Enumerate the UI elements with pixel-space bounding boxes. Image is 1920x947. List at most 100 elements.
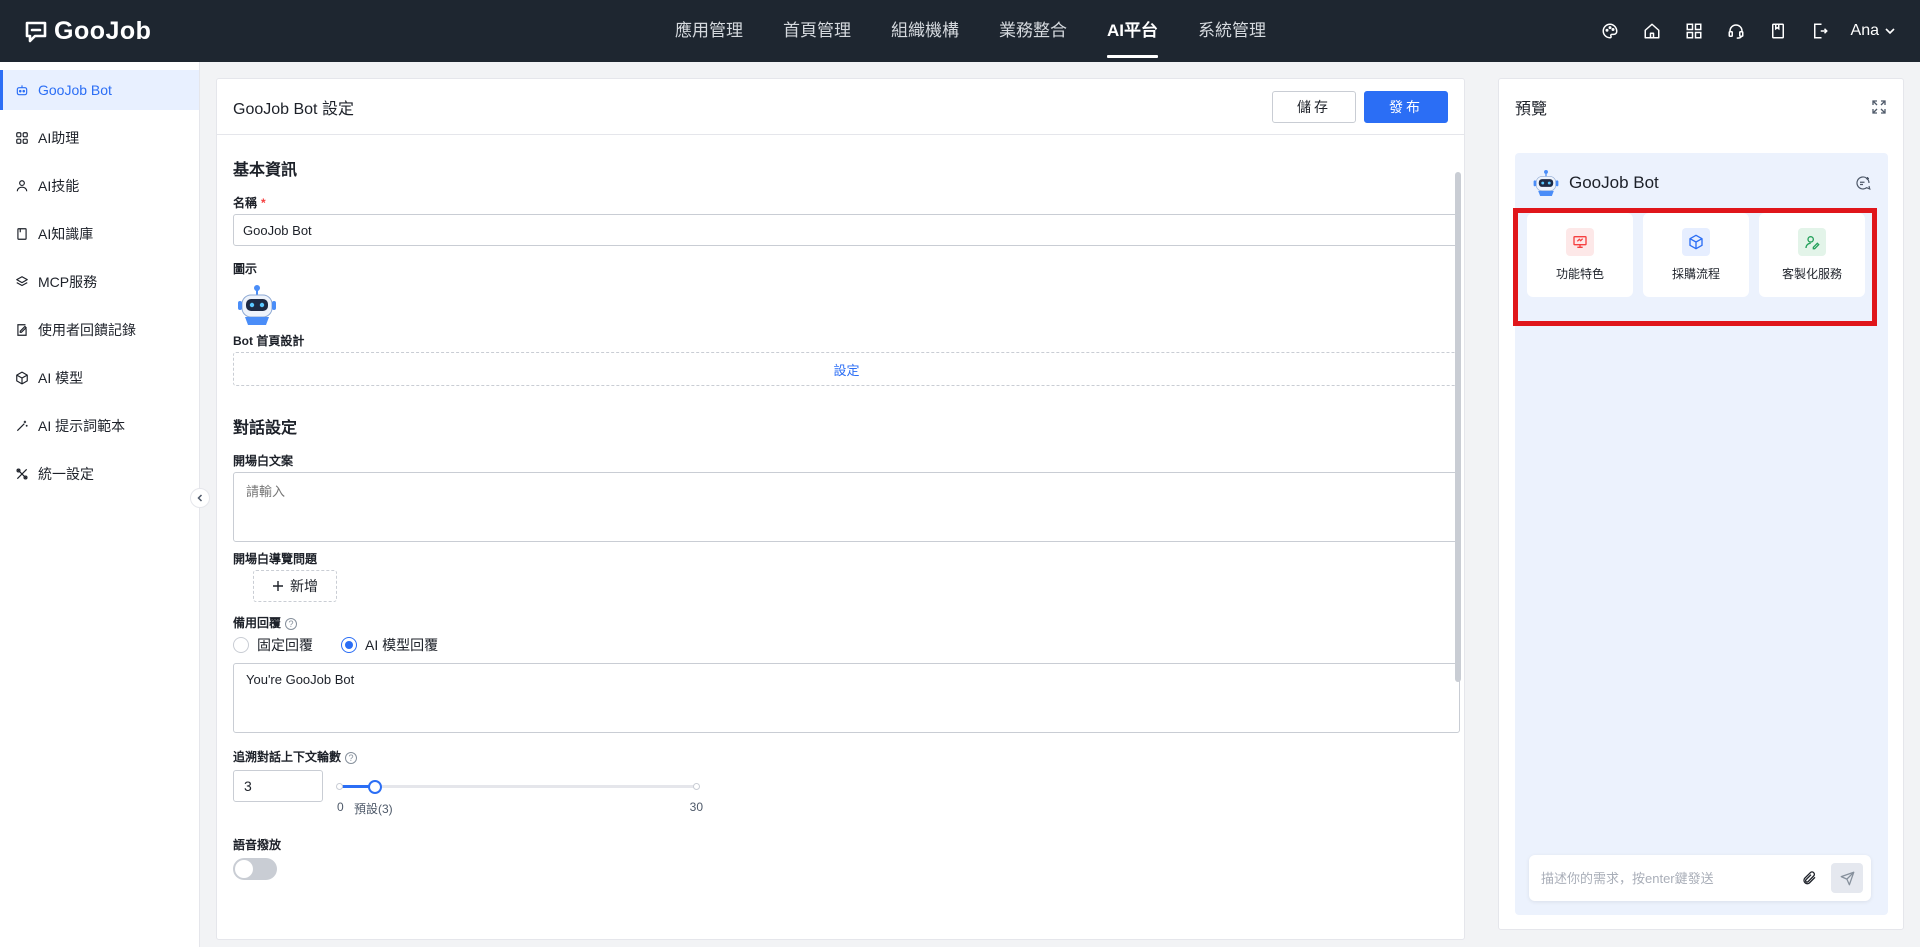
sidebar-item-goojob-bot[interactable]: GooJob Bot xyxy=(0,70,199,110)
quick-cards: 功能特色 採購流程 客製化服務 xyxy=(1527,213,1865,297)
user-menu[interactable]: Ana xyxy=(1851,22,1896,40)
sidebar-item-ai-model[interactable]: AI 模型 xyxy=(0,358,199,398)
radio-circle xyxy=(233,637,249,653)
nav-system-management[interactable]: 系統管理 xyxy=(1178,0,1286,62)
logo[interactable]: GooJob xyxy=(24,17,151,46)
panel-header: GooJob Bot 設定 儲存 發布 xyxy=(217,79,1464,135)
nav-business-integration[interactable]: 業務整合 xyxy=(979,0,1087,62)
sidebar-item-label: AI助理 xyxy=(38,130,80,146)
card-custom-service[interactable]: 客製化服務 xyxy=(1759,213,1865,297)
sidebar-item-ai-skills[interactable]: AI技能 xyxy=(0,166,199,206)
send-icon xyxy=(1840,871,1855,886)
opening-label: 開場白文案 xyxy=(233,454,294,468)
theme-icon[interactable] xyxy=(1599,20,1621,42)
sidebar-item-label: AI知識庫 xyxy=(38,226,94,242)
expand-icon[interactable] xyxy=(1871,99,1887,115)
bot-name: GooJob Bot xyxy=(1569,173,1659,192)
bot-header: GooJob Bot xyxy=(1531,163,1872,203)
document-icon[interactable] xyxy=(1767,20,1789,42)
context-rounds-label: 追溯對話上下文輪數? xyxy=(233,748,358,765)
scrollbar[interactable] xyxy=(1455,172,1461,682)
magic-wand-icon xyxy=(15,419,29,433)
opening-textarea[interactable] xyxy=(233,472,1460,542)
fallback-textarea[interactable]: You're GooJob Bot xyxy=(233,663,1460,733)
new-chat-icon[interactable] xyxy=(1854,174,1872,192)
sidebar-collapse-button[interactable] xyxy=(190,488,210,508)
sidebar-item-label: AI 模型 xyxy=(38,370,84,386)
home-design-button[interactable]: 設定 xyxy=(233,352,1460,386)
sidebar-item-label: GooJob Bot xyxy=(38,82,112,98)
page-title: GooJob Bot 設定 xyxy=(233,100,354,118)
grid-icon xyxy=(15,131,29,145)
sidebar-item-ai-assistant[interactable]: AI助理 xyxy=(0,118,199,158)
panel-body: 基本資訊 名稱* 圖示 Bot 首頁設計 設定 對話設定 開場白文案 開場白導覽… xyxy=(217,136,1464,939)
nav-ai-platform[interactable]: AI平台 xyxy=(1087,0,1178,62)
slider-track xyxy=(339,785,697,788)
fallback-radio-group: 固定回覆 AI 模型回覆 xyxy=(233,635,438,655)
top-bar: GooJob 應用管理 首頁管理 組織機構 業務整合 AI平台 系統管理 Ana xyxy=(0,0,1920,62)
preview-chat-window: GooJob Bot 功能特色 採購流程 客製化服務 xyxy=(1515,153,1888,915)
sidebar-item-label: 統一設定 xyxy=(38,466,94,482)
layers-icon xyxy=(15,275,29,289)
apps-icon[interactable] xyxy=(1683,20,1705,42)
sidebar-item-label: AI 提示詞範本 xyxy=(38,418,126,434)
support-icon[interactable] xyxy=(1725,20,1747,42)
card-features[interactable]: 功能特色 xyxy=(1527,213,1633,297)
sidebar-item-mcp-service[interactable]: MCP服務 xyxy=(0,262,199,302)
nav-organization[interactable]: 組織機構 xyxy=(871,0,979,62)
name-field[interactable] xyxy=(233,214,1460,246)
preview-title: 預覽 xyxy=(1515,101,1548,118)
chat-input-bar xyxy=(1529,855,1871,901)
sidebar-item-label: MCP服務 xyxy=(38,274,98,290)
preview-panel: 預覽 GooJob Bot 功能特色 採購流程 客製化服務 xyxy=(1498,78,1904,930)
help-icon: ? xyxy=(285,617,298,630)
chat-input[interactable] xyxy=(1541,870,1795,886)
icon-label: 圖示 xyxy=(233,262,258,276)
bot-avatar-small xyxy=(1531,168,1561,198)
context-rounds-slider[interactable]: 0 預設(3) 30 xyxy=(336,772,703,816)
card-label: 採購流程 xyxy=(1671,267,1720,281)
chevron-down-icon xyxy=(1884,25,1896,37)
plus-icon xyxy=(272,580,284,592)
sidebar-item-label: 使用者回饋記錄 xyxy=(38,322,136,338)
settings-panel: GooJob Bot 設定 儲存 發布 基本資訊 名稱* 圖示 Bot 首頁設計… xyxy=(216,78,1465,940)
sidebar: GooJob Bot AI助理 AI技能 AI知識庫 MCP服務 使用者回饋記錄… xyxy=(0,62,200,947)
radio-ai-reply[interactable]: AI 模型回覆 xyxy=(341,635,438,655)
nav-home-management[interactable]: 首頁管理 xyxy=(763,0,871,62)
section-dialog-title: 對話設定 xyxy=(233,420,298,437)
export-icon[interactable] xyxy=(1809,20,1831,42)
logo-icon xyxy=(24,20,48,44)
home-design-label: Bot 首頁設計 xyxy=(233,334,305,348)
slider-handle[interactable] xyxy=(367,780,382,794)
card-procurement[interactable]: 採購流程 xyxy=(1643,213,1749,297)
name-label: 名稱 * xyxy=(233,196,266,210)
sidebar-item-ai-prompt[interactable]: AI 提示詞範本 xyxy=(0,406,199,446)
save-button[interactable]: 儲存 xyxy=(1272,90,1356,123)
attachment-icon[interactable] xyxy=(1795,864,1823,892)
send-button[interactable] xyxy=(1831,863,1863,893)
preview-header: 預覽 xyxy=(1499,79,1903,135)
book-icon xyxy=(15,227,29,241)
context-rounds-input[interactable]: 3 xyxy=(233,770,323,802)
radio-label: 固定回覆 xyxy=(257,637,313,653)
home-icon[interactable] xyxy=(1641,20,1663,42)
slider-default-label: 預設(3) xyxy=(354,802,393,816)
sidebar-item-feedback[interactable]: 使用者回饋記錄 xyxy=(0,310,199,350)
sidebar-item-label: AI技能 xyxy=(38,178,80,194)
publish-button[interactable]: 發布 xyxy=(1364,90,1448,123)
guide-question-label: 開場白導覽問題 xyxy=(233,552,318,566)
top-icons: Ana xyxy=(1599,0,1896,62)
nav-app-management[interactable]: 應用管理 xyxy=(655,0,763,62)
help-icon: ? xyxy=(345,751,358,764)
add-label: 新增 xyxy=(290,578,318,594)
robot-icon xyxy=(15,83,29,97)
voice-label: 語音撥放 xyxy=(233,838,282,852)
radio-fixed-reply[interactable]: 固定回覆 xyxy=(233,635,313,655)
sidebar-item-unified-settings[interactable]: 統一設定 xyxy=(0,454,199,494)
voice-toggle[interactable] xyxy=(233,858,277,880)
bot-avatar[interactable] xyxy=(235,282,279,328)
add-question-button[interactable]: 新增 xyxy=(253,570,337,602)
main-nav: 應用管理 首頁管理 組織機構 業務整合 AI平台 系統管理 xyxy=(655,0,1286,62)
radio-circle-selected xyxy=(341,637,357,653)
sidebar-item-ai-knowledge[interactable]: AI知識庫 xyxy=(0,214,199,254)
